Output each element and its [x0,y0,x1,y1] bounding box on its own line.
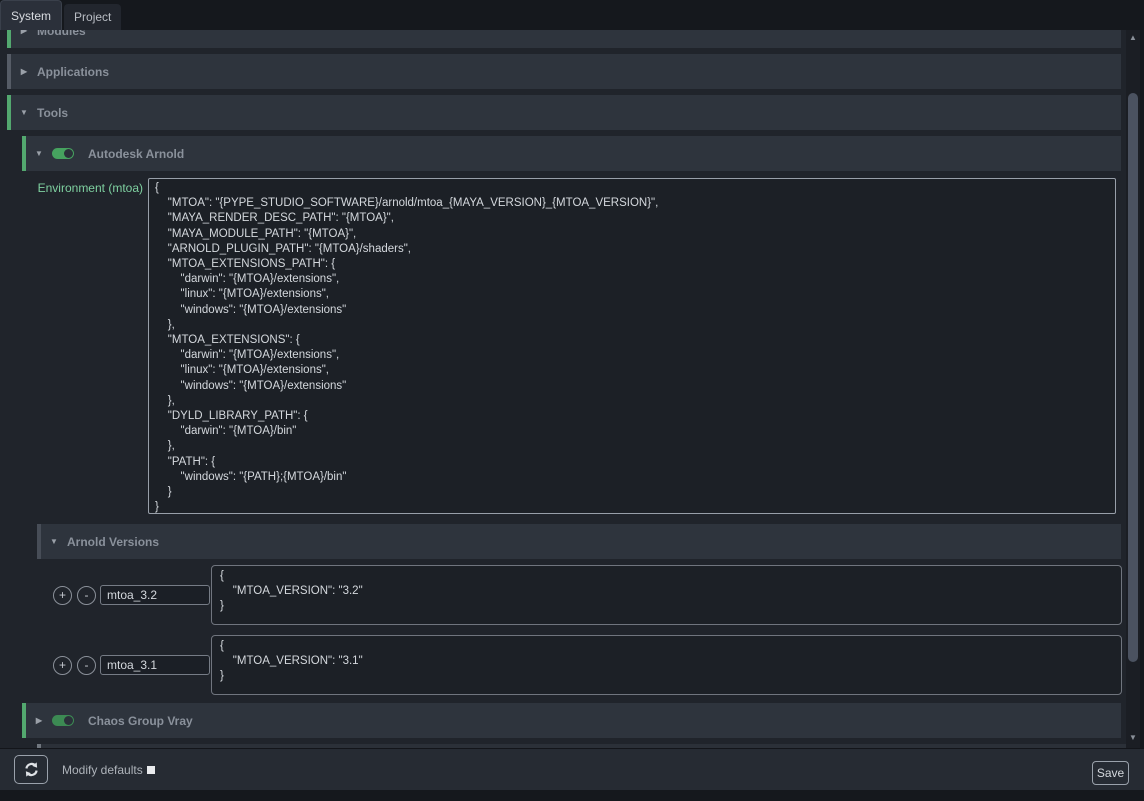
version-key-input[interactable] [100,655,210,675]
scrollbar-thumb[interactable] [1128,93,1138,662]
chevron-right-icon: ▶ [11,67,37,76]
environment-json-textarea[interactable]: { "MTOA": "{PYPE_STUDIO_SOFTWARE}/arnold… [148,178,1116,514]
modify-defaults-label: Modify defaults [62,763,143,777]
modify-defaults-checkbox[interactable] [147,766,155,774]
section-title: Applications [37,65,109,79]
tools-section-body: ▼ Autodesk Arnold Environment (mtoa) { "… [22,136,1126,748]
section-title: Autodesk Arnold [88,147,184,161]
toggle-knob [64,716,73,725]
section-header-chaos-group-vray[interactable]: ▶ Chaos Group Vray [22,703,1121,738]
chevron-down-icon: ▼ [41,537,67,546]
section-title: Modules [37,30,86,38]
environment-row: Environment (mtoa) { "MTOA": "{PYPE_STUD… [22,178,1126,514]
version-key-input[interactable] [100,585,210,605]
section-title: Chaos Group Vray [88,714,193,728]
tab-bar: System Project [0,0,1144,30]
version-row-mtoa-3-2: + - { "MTOA_VERSION": "3.2" } [53,565,1126,625]
version-json-textarea[interactable]: { "MTOA_VERSION": "3.2" } [211,565,1122,625]
scroll-up-icon[interactable]: ▲ [1126,31,1140,45]
section-header-tools[interactable]: ▼ Tools [7,95,1121,130]
add-version-button[interactable]: + [53,656,72,675]
section-title: Tools [37,106,68,120]
refresh-icon [23,761,40,778]
section-header-modules[interactable]: ▶ Modules [7,30,1121,48]
window-bottom-edge [0,790,1144,801]
save-button[interactable]: Save [1092,761,1129,785]
add-version-button[interactable]: + [53,586,72,605]
version-row-controls: + - [53,635,211,695]
section-header-applications[interactable]: ▶ Applications [7,54,1121,89]
section-title: Arnold Versions [67,535,159,549]
remove-version-button[interactable]: - [77,586,96,605]
chevron-down-icon: ▼ [11,108,37,117]
arnold-versions-section: ▼ Arnold Versions + - { "MTOA_VERSION": … [37,524,1126,695]
remove-version-button[interactable]: - [77,656,96,675]
section-header-arnold-versions[interactable]: ▼ Arnold Versions [37,524,1121,559]
tab-project[interactable]: Project [64,4,121,30]
section-header-autodesk-arnold[interactable]: ▼ Autodesk Arnold [22,136,1121,171]
footer-bar: Modify defaults Save [0,748,1144,790]
scroll-down-icon[interactable]: ▼ [1126,731,1140,745]
arnold-enabled-toggle[interactable] [52,148,74,159]
vray-enabled-toggle[interactable] [52,715,74,726]
environment-label: Environment (mtoa) [22,178,148,195]
chevron-right-icon: ▶ [11,30,37,35]
version-row-mtoa-3-1: + - { "MTOA_VERSION": "3.1" } [53,635,1126,695]
version-row-controls: + - [53,565,211,625]
refresh-button[interactable] [14,755,48,784]
chevron-right-icon: ▶ [26,716,52,725]
version-json-textarea[interactable]: { "MTOA_VERSION": "3.1" } [211,635,1122,695]
settings-scroll-area: ▶ Modules ▶ Applications ▼ Tools ▼ Autod… [0,30,1126,748]
vertical-scrollbar[interactable]: ▲ ▼ [1126,30,1140,748]
toggle-knob [64,149,73,158]
chevron-down-icon: ▼ [26,149,52,158]
tab-system[interactable]: System [0,0,62,30]
